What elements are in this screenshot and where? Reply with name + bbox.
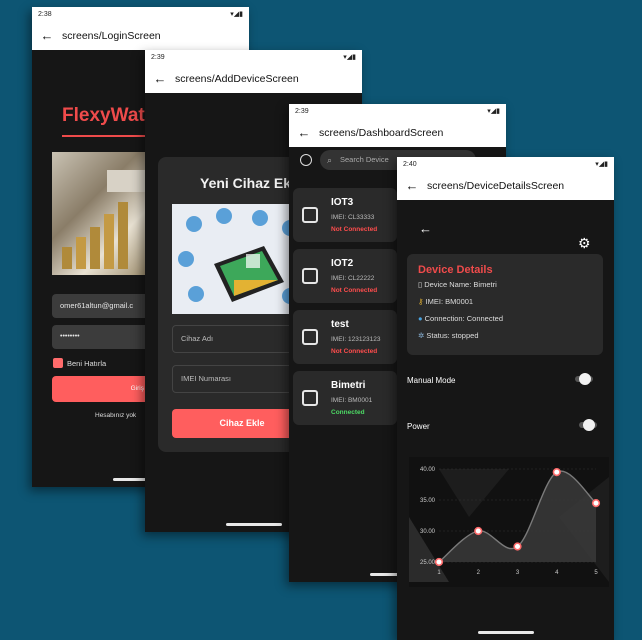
coins-illustration	[62, 170, 145, 269]
imei-text: IMEI: BM0001	[425, 297, 474, 306]
login-button-label: Giriş	[130, 385, 144, 392]
brand-title: FlexyWat	[62, 105, 145, 126]
device-name-row: ▯ Device Name: Bimetri	[418, 280, 497, 289]
status-time: 2:39	[295, 107, 309, 115]
device-name-text: Device Name: Bimetri	[424, 280, 497, 289]
email-value: omer61altun@gmail.c	[60, 301, 134, 310]
status-time: 2:38	[38, 10, 52, 18]
screen-title: screens/DeviceDetailsScreen	[427, 179, 565, 192]
signal-icon: ▾◢▮	[595, 161, 608, 168]
chip-icon	[302, 207, 318, 223]
data-point	[591, 498, 601, 508]
device-status: Connected	[331, 409, 365, 416]
data-point	[434, 557, 444, 567]
status-bar: 2:38 ▾◢▮	[32, 7, 249, 21]
finance-image	[52, 152, 147, 275]
toggle-thumb	[579, 373, 591, 385]
signal-icon: ▾◢▮	[230, 11, 243, 18]
status-time: 2:40	[403, 160, 417, 168]
device-status: Not Connected	[331, 287, 378, 294]
device-name: IOT3	[331, 197, 354, 208]
screen-title: screens/DashboardScreen	[319, 126, 444, 139]
app-bar: ← screens/DashboardScreen	[289, 118, 506, 147]
y-tick-label: 40.00	[420, 467, 436, 473]
device-name: test	[331, 319, 349, 330]
back-arrow-icon[interactable]: ←	[32, 28, 62, 43]
power-toggle[interactable]	[575, 419, 599, 431]
signal-icon: ▾◢▮	[343, 54, 356, 61]
manual-mode-toggle[interactable]	[571, 373, 595, 385]
status-time: 2:39	[151, 53, 165, 61]
toggle-thumb	[583, 419, 595, 431]
signup-link[interactable]: Hesabınız yok	[95, 412, 136, 419]
search-icon: ⌕	[327, 155, 333, 165]
device-card[interactable]: IOT3 IMEI: CL33333 Not Connected	[293, 188, 397, 242]
back-arrow-icon[interactable]: ←	[397, 178, 427, 193]
chip-icon	[302, 390, 318, 406]
device-details-screen: 2:40 ▾◢▮ ← screens/DeviceDetailsScreen ←…	[397, 157, 614, 640]
manual-mode-label: Manual Mode	[407, 376, 456, 385]
details-card: Device Details ▯ Device Name: Bimetri ⚷ …	[407, 254, 603, 355]
app-bar: ← screens/DeviceDetailsScreen	[397, 171, 614, 200]
device-imei: IMEI: BM0001	[331, 397, 373, 404]
device-card[interactable]: test IMEI: 123123123 Not Connected	[293, 310, 397, 364]
device-card[interactable]: Bimetri IMEI: BM0001 Connected	[293, 371, 397, 425]
screen-title: screens/LoginScreen	[62, 29, 161, 42]
remember-label: Beni Hatırla	[67, 359, 107, 368]
login-button[interactable]: Giriş	[52, 376, 152, 402]
profile-icon[interactable]	[300, 154, 312, 166]
screen-title: screens/AddDeviceScreen	[175, 72, 299, 85]
globe-icon: ●	[418, 314, 425, 323]
device-name: Bimetri	[331, 380, 366, 391]
password-value: ••••••••	[60, 333, 80, 340]
add-device-heading: Yeni Cihaz Ek	[200, 175, 292, 191]
details-card-title: Device Details	[418, 264, 493, 276]
back-arrow-icon[interactable]: ←	[145, 71, 175, 86]
chip-icon	[302, 268, 318, 284]
password-field[interactable]: ••••••••	[52, 325, 152, 349]
y-tick-label: 35.00	[420, 498, 436, 504]
status-bar: 2:39 ▾◢▮	[289, 104, 506, 118]
app-bar: ← screens/AddDeviceScreen	[145, 64, 362, 93]
data-point	[552, 467, 561, 477]
device-status: Not Connected	[331, 348, 378, 355]
nav-handle	[477, 631, 534, 634]
add-device-button-label: Cihaz Ekle	[219, 418, 265, 428]
brand-underline	[62, 135, 157, 137]
device-name: IOT2	[331, 258, 354, 269]
device-imei: IMEI: CL33333	[331, 214, 375, 221]
app-bar: ← screens/LoginScreen	[32, 21, 249, 50]
signal-icon: ▾◢▮	[487, 108, 500, 115]
nav-handle	[225, 523, 282, 526]
gear-icon[interactable]: ⚙	[578, 235, 591, 252]
status-row: ✲ Status: stopped	[418, 331, 479, 340]
y-tick-label: 30.00	[420, 529, 436, 535]
imei-placeholder: IMEI Numarası	[181, 374, 232, 383]
device-card[interactable]: IOT2 IMEI: CL22222 Not Connected	[293, 249, 397, 303]
power-label: Power	[407, 422, 430, 431]
search-placeholder: Search Device	[340, 155, 389, 164]
remember-checkbox[interactable]	[53, 358, 63, 368]
y-tick-label: 25.00	[420, 560, 436, 566]
back-arrow-icon[interactable]: ←	[289, 125, 319, 140]
sensor-chart: 40.0035.0030.0025.001 2 3 4 5	[409, 457, 609, 587]
connection-text: Connection: Connected	[424, 314, 504, 323]
device-imei: IMEI: 123123123	[331, 336, 381, 343]
chip-icon	[302, 329, 318, 345]
connection-row: ● Connection: Connected	[418, 314, 503, 323]
status-bar: 2:39 ▾◢▮	[145, 50, 362, 64]
status-bar: 2:40 ▾◢▮	[397, 157, 614, 171]
inner-back-icon[interactable]: ←	[419, 221, 432, 236]
device-imei: IMEI: CL22222	[331, 275, 375, 282]
imei-row: ⚷ IMEI: BM0001	[418, 297, 473, 306]
data-point	[513, 542, 522, 551]
data-point	[474, 526, 483, 536]
device-status: Not Connected	[331, 226, 378, 233]
email-field[interactable]: omer61altun@gmail.c	[52, 294, 152, 318]
key-icon: ⚷	[418, 297, 426, 306]
device-name-placeholder: Cihaz Adı	[181, 334, 214, 343]
status-text: Status: stopped	[426, 331, 479, 340]
